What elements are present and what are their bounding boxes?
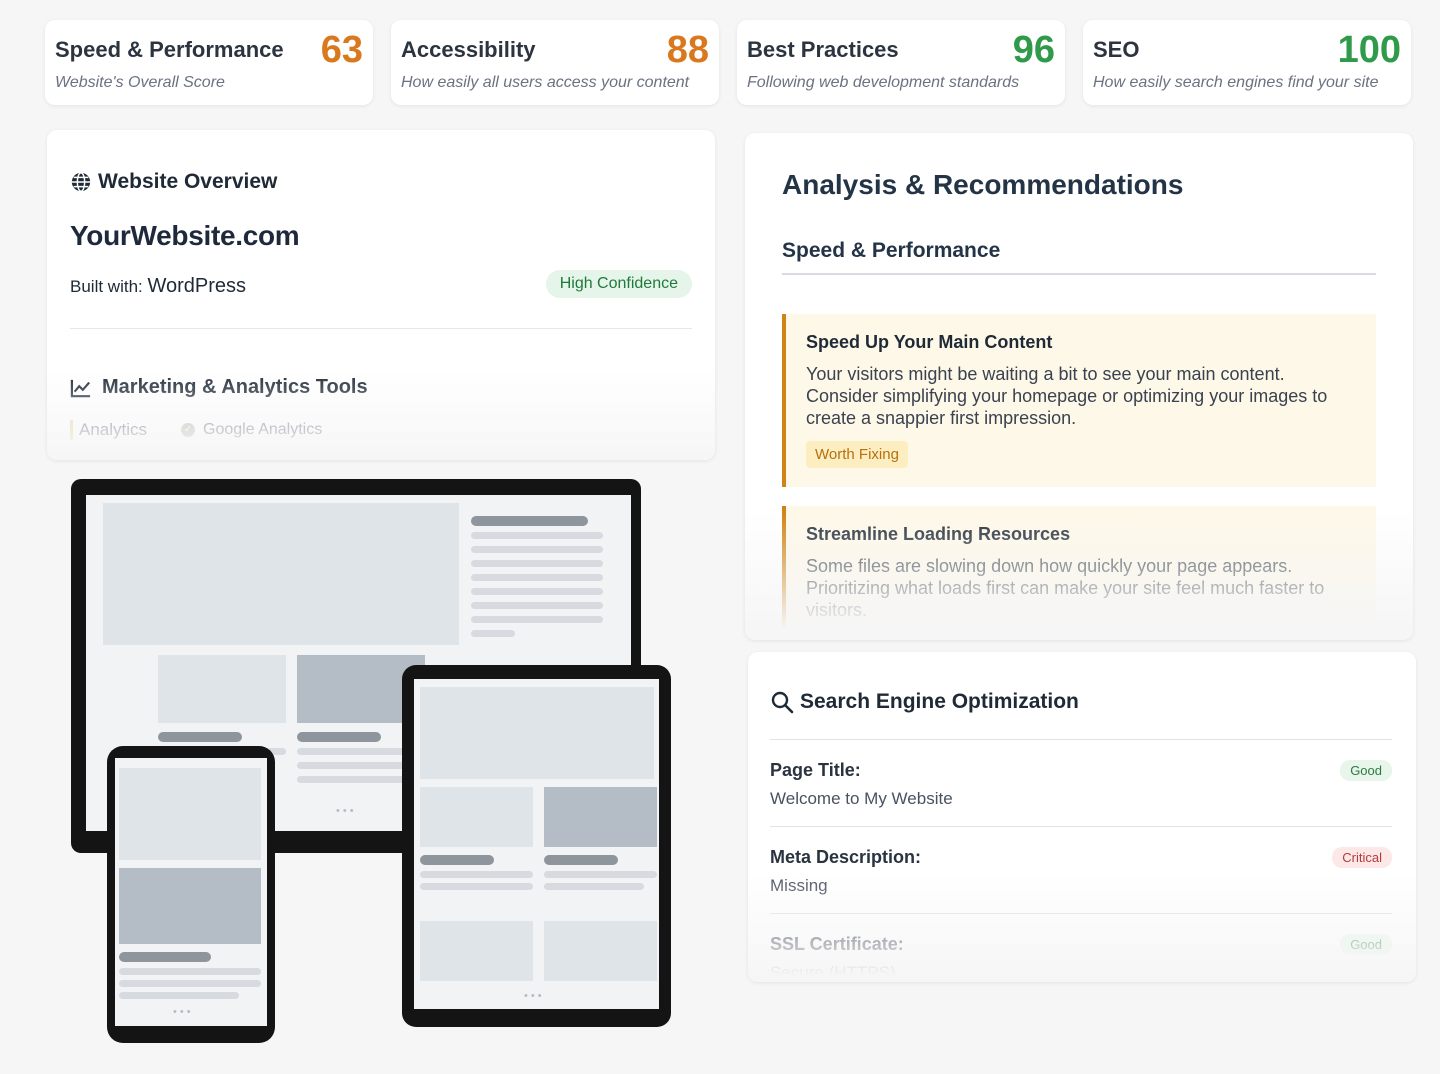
recommendation-item[interactable]: Streamline Loading Resources Some files …	[782, 506, 1376, 640]
score-title: SEO	[1093, 37, 1140, 62]
seo-row-meta-description: Meta Description: Missing Critical	[770, 826, 1392, 913]
score-value: 100	[1337, 29, 1401, 71]
seo-heading: Search Engine Optimization	[770, 690, 1079, 714]
tool-name: Google Analytics	[203, 421, 323, 438]
recommendation-item[interactable]: Speed Up Your Main Content Your visitors…	[782, 314, 1376, 487]
seo-heading-text: Search Engine Optimization	[800, 690, 1079, 713]
status-badge: Critical	[1332, 847, 1392, 868]
pager-dots: •••	[524, 990, 545, 1002]
marketing-tool-row: Analytics ✓ Google Analytics	[70, 420, 322, 440]
pager-dots: •••	[173, 1006, 194, 1018]
built-with: Built with: WordPress	[70, 275, 246, 298]
seo-value: Secure (HTTPS)	[770, 963, 896, 982]
score-card-best-practices[interactable]: Best Practices 96 Following web developm…	[737, 20, 1065, 105]
seo-row-ssl-certificate: SSL Certificate: Secure (HTTPS) Good	[770, 913, 1392, 982]
phone-illustration: •••	[107, 746, 275, 1043]
score-subtitle: Website's Overall Score	[55, 74, 225, 91]
line-chart-icon	[70, 379, 91, 397]
score-card-seo[interactable]: SEO 100 How easily search engines find y…	[1083, 20, 1411, 105]
tool-item[interactable]: ✓ Google Analytics	[181, 421, 322, 439]
status-badge: Good	[1340, 934, 1392, 955]
score-subtitle: Following web development standards	[747, 74, 1020, 91]
score-value: 88	[666, 29, 709, 71]
pager-dots: •••	[336, 805, 357, 817]
tool-category: Analytics	[70, 420, 147, 440]
analysis-card: Analysis & Recommendations Speed & Perfo…	[745, 133, 1413, 640]
marketing-heading-text: Marketing & Analytics Tools	[102, 376, 368, 398]
website-overview-card: Website Overview YourWebsite.com Built w…	[47, 130, 715, 460]
marketing-heading: Marketing & Analytics Tools	[70, 376, 368, 399]
seo-card: Search Engine Optimization Page Title: W…	[748, 652, 1416, 982]
seo-value: Welcome to My Website	[770, 789, 953, 808]
seo-label: Page Title:	[770, 760, 861, 780]
search-icon	[771, 691, 794, 714]
built-with-label: Built with:	[70, 277, 143, 296]
seo-value: Missing	[770, 876, 828, 895]
overview-heading: Website Overview	[70, 170, 277, 194]
seo-row-page-title: Page Title: Welcome to My Website Good	[770, 739, 1392, 826]
score-value: 96	[1012, 29, 1055, 71]
site-domain: YourWebsite.com	[70, 220, 300, 251]
recommendation-body: Some files are slowing down how quickly …	[806, 556, 1325, 620]
score-subtitle: How easily all users access your content	[401, 74, 690, 91]
confidence-badge: High Confidence	[545, 270, 692, 298]
overview-heading-text: Website Overview	[98, 170, 278, 193]
score-title: Accessibility	[401, 37, 536, 62]
built-with-value: WordPress	[147, 275, 247, 297]
check-icon: ✓	[181, 423, 196, 437]
score-title: Speed & Performance	[55, 37, 284, 62]
tab-speed-performance[interactable]: Speed & Performance	[782, 239, 1376, 275]
tablet-illustration: •••	[402, 665, 671, 1027]
score-card-speed[interactable]: Speed & Performance 63 Website's Overall…	[45, 20, 373, 105]
phone-screen: •••	[115, 758, 267, 1026]
status-badge: Good	[1340, 760, 1392, 781]
analysis-title: Analysis & Recommendations	[782, 169, 1184, 200]
score-title: Best Practices	[747, 37, 899, 62]
tablet-screen: •••	[414, 679, 659, 1009]
divider	[70, 328, 692, 329]
score-value: 63	[320, 29, 363, 71]
recommendation-body: Your visitors might be waiting a bit to …	[806, 364, 1328, 428]
seo-label: SSL Certificate:	[770, 934, 904, 954]
globe-icon	[71, 172, 91, 192]
recommendation-title: Speed Up Your Main Content	[806, 332, 1053, 352]
score-card-accessibility[interactable]: Accessibility 88 How easily all users ac…	[391, 20, 719, 105]
recommendation-title: Streamline Loading Resources	[806, 524, 1071, 544]
priority-badge: Worth Fixing	[806, 441, 908, 468]
seo-label: Meta Description:	[770, 847, 922, 867]
score-subtitle: How easily search engines find your site	[1093, 74, 1379, 91]
